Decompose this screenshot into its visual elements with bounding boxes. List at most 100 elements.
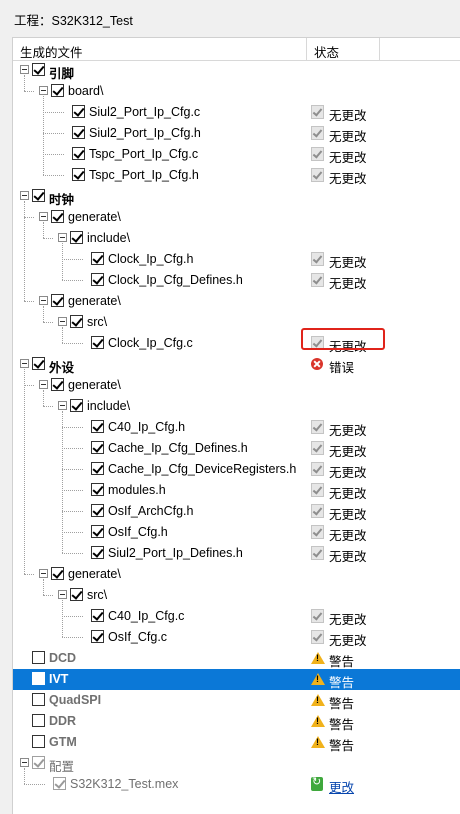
checkbox[interactable] bbox=[32, 714, 45, 727]
checkbox[interactable] bbox=[91, 609, 104, 622]
tree-connector bbox=[62, 469, 83, 470]
tree-row[interactable]: 引脚 bbox=[13, 60, 460, 81]
checkbox[interactable] bbox=[32, 693, 45, 706]
tree-row[interactable]: 时钟 bbox=[13, 186, 460, 207]
checkbox[interactable] bbox=[53, 777, 66, 790]
tree-row[interactable]: S32K312_Test.mex 更改 bbox=[13, 774, 460, 795]
checkmark-icon bbox=[311, 546, 324, 560]
tree-row[interactable]: IVT 警告 bbox=[13, 669, 460, 690]
checkbox[interactable] bbox=[72, 147, 85, 160]
tree-row[interactable]: src\ bbox=[13, 585, 460, 606]
checkbox[interactable] bbox=[32, 651, 45, 664]
tree-row[interactable]: Siul2_Port_Ip_Cfg.c 无更改 bbox=[13, 102, 460, 123]
tree-connector bbox=[43, 406, 53, 407]
checkbox[interactable] bbox=[91, 420, 104, 433]
checkmark-icon bbox=[311, 147, 324, 161]
checkbox[interactable] bbox=[32, 189, 45, 202]
tree-row[interactable]: modules.h 无更改 bbox=[13, 480, 460, 501]
tree-row[interactable]: include\ bbox=[13, 228, 460, 249]
tree-row[interactable]: DDR 警告 bbox=[13, 711, 460, 732]
checkbox[interactable] bbox=[70, 231, 83, 244]
collapse-icon[interactable] bbox=[58, 401, 67, 410]
collapse-icon[interactable] bbox=[20, 191, 29, 200]
tree-connector bbox=[62, 490, 83, 491]
collapse-icon[interactable] bbox=[39, 212, 48, 221]
tree-row[interactable]: Tspc_Port_Ip_Cfg.h 无更改 bbox=[13, 165, 460, 186]
tree-row[interactable]: src\ bbox=[13, 312, 460, 333]
tree-row[interactable]: generate\ bbox=[13, 375, 460, 396]
tree-row[interactable]: DCD 警告 bbox=[13, 648, 460, 669]
collapse-icon[interactable] bbox=[58, 233, 67, 242]
row-label: OsIf_ArchCfg.h bbox=[108, 504, 194, 518]
checkbox[interactable] bbox=[91, 504, 104, 517]
tree-row[interactable]: 配置 bbox=[13, 753, 460, 774]
tree-row[interactable]: Tspc_Port_Ip_Cfg.c 无更改 bbox=[13, 144, 460, 165]
tree-row[interactable]: 外设 错误 bbox=[13, 354, 460, 375]
status-text: 无更改 bbox=[329, 613, 367, 627]
tree-row[interactable]: C40_Ip_Cfg.c 无更改 bbox=[13, 606, 460, 627]
tree-row[interactable]: generate\ bbox=[13, 207, 460, 228]
tree-guide bbox=[43, 222, 44, 238]
checkbox[interactable] bbox=[32, 672, 45, 685]
checkbox[interactable] bbox=[72, 168, 85, 181]
collapse-icon[interactable] bbox=[39, 296, 48, 305]
collapse-icon[interactable] bbox=[20, 65, 29, 74]
tree-row[interactable]: Cache_Ip_Cfg_DeviceRegisters.h 无更改 bbox=[13, 459, 460, 480]
checkbox[interactable] bbox=[32, 756, 45, 769]
checkbox[interactable] bbox=[32, 63, 45, 76]
column-header-files[interactable]: 生成的文件 bbox=[13, 38, 307, 60]
tree-row[interactable]: Clock_Ip_Cfg.c 无更改 bbox=[13, 333, 460, 354]
checkbox[interactable] bbox=[70, 399, 83, 412]
status-text: 警告 bbox=[329, 655, 355, 669]
tree-row[interactable]: OsIf_Cfg.c 无更改 bbox=[13, 627, 460, 648]
tree-row[interactable]: Siul2_Port_Ip_Defines.h 无更改 bbox=[13, 543, 460, 564]
tree-row[interactable]: Cache_Ip_Cfg_Defines.h 无更改 bbox=[13, 438, 460, 459]
checkbox[interactable] bbox=[91, 336, 104, 349]
tree-row[interactable]: generate\ bbox=[13, 291, 460, 312]
checkbox[interactable] bbox=[72, 126, 85, 139]
checkbox[interactable] bbox=[51, 210, 64, 223]
collapse-icon[interactable] bbox=[58, 317, 67, 326]
checkbox[interactable] bbox=[91, 630, 104, 643]
tree-row[interactable]: Clock_Ip_Cfg.h 无更改 bbox=[13, 249, 460, 270]
collapse-icon[interactable] bbox=[58, 590, 67, 599]
collapse-icon[interactable] bbox=[20, 758, 29, 767]
collapse-icon[interactable] bbox=[20, 359, 29, 368]
column-header-status[interactable]: 状态 bbox=[307, 38, 380, 60]
checkbox[interactable] bbox=[51, 84, 64, 97]
checkbox[interactable] bbox=[72, 105, 85, 118]
checkbox[interactable] bbox=[91, 252, 104, 265]
checkbox[interactable] bbox=[91, 546, 104, 559]
checkbox[interactable] bbox=[91, 441, 104, 454]
checkbox[interactable] bbox=[51, 294, 64, 307]
checkbox[interactable] bbox=[91, 273, 104, 286]
tree-row[interactable]: board\ bbox=[13, 81, 460, 102]
tree-row[interactable]: include\ bbox=[13, 396, 460, 417]
tree-row[interactable]: Siul2_Port_Ip_Cfg.h 无更改 bbox=[13, 123, 460, 144]
checkbox[interactable] bbox=[51, 567, 64, 580]
collapse-icon[interactable] bbox=[39, 380, 48, 389]
checkbox[interactable] bbox=[70, 588, 83, 601]
update-link[interactable]: 更改 bbox=[329, 777, 354, 796]
tree-row[interactable]: C40_Ip_Cfg.h 无更改 bbox=[13, 417, 460, 438]
collapse-icon[interactable] bbox=[39, 569, 48, 578]
checkbox[interactable] bbox=[32, 735, 45, 748]
tree-row[interactable]: OsIf_ArchCfg.h 无更改 bbox=[13, 501, 460, 522]
checkbox[interactable] bbox=[70, 315, 83, 328]
row-label: Siul2_Port_Ip_Defines.h bbox=[108, 546, 243, 560]
status-text: 无更改 bbox=[329, 256, 367, 270]
tree-connector bbox=[43, 238, 53, 239]
checkbox[interactable] bbox=[32, 357, 45, 370]
tree-row[interactable]: generate\ bbox=[13, 564, 460, 585]
tree-guide bbox=[62, 243, 63, 280]
tree-row[interactable]: QuadSPI 警告 bbox=[13, 690, 460, 711]
tree-row[interactable]: OsIf_Cfg.h 无更改 bbox=[13, 522, 460, 543]
checkbox[interactable] bbox=[91, 483, 104, 496]
checkbox[interactable] bbox=[51, 378, 64, 391]
collapse-icon[interactable] bbox=[39, 86, 48, 95]
tree-row[interactable]: GTM 警告 bbox=[13, 732, 460, 753]
checkbox[interactable] bbox=[91, 462, 104, 475]
title-bar: 工程：S32K312_Test bbox=[0, 0, 460, 34]
tree-row[interactable]: Clock_Ip_Cfg_Defines.h 无更改 bbox=[13, 270, 460, 291]
checkbox[interactable] bbox=[91, 525, 104, 538]
